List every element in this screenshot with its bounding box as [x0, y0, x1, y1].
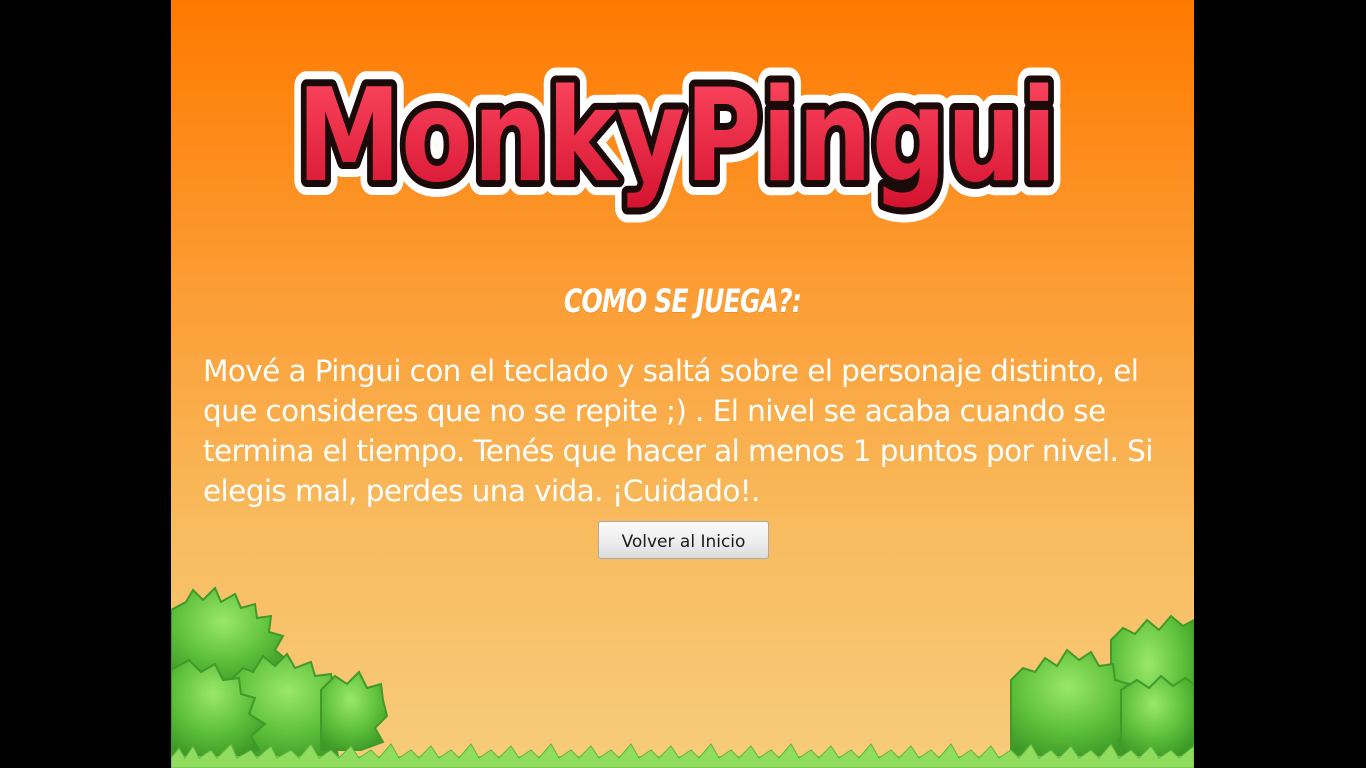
bushes-scenery — [171, 586, 1194, 768]
letterbox-left — [0, 0, 171, 768]
instructions-text: Mové a Pingui con el teclado y saltá sob… — [203, 354, 1153, 508]
game-stage: MonkyPingui MonkyPingui MonkyPingui Como… — [171, 0, 1194, 768]
left-bush-icon — [171, 586, 389, 761]
logo-text-fill: MonkyPingui — [297, 62, 1057, 211]
letterbox-right — [1194, 0, 1366, 768]
monkypingui-logo: MonkyPingui MonkyPingui MonkyPingui — [282, 47, 1072, 226]
how-to-play-heading: Como se juega?: — [563, 282, 802, 320]
right-bush-icon — [1010, 614, 1194, 757]
back-to-start-button[interactable]: Volver al Inicio — [598, 521, 769, 559]
